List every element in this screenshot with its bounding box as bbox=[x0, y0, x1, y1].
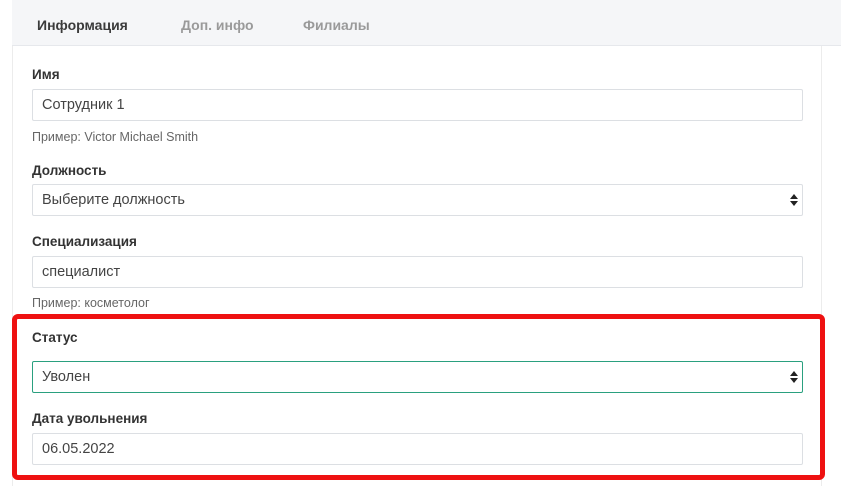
status-select[interactable]: Уволен bbox=[32, 361, 803, 393]
select-arrows-icon bbox=[790, 371, 798, 383]
dismissal-date-input[interactable] bbox=[42, 441, 802, 457]
name-hint: Пример: Victor Michael Smith bbox=[32, 130, 199, 144]
name-field[interactable] bbox=[32, 89, 803, 121]
tab-branches[interactable]: Филиалы bbox=[303, 17, 370, 33]
position-select-value: Выберите должность bbox=[42, 192, 185, 208]
name-input[interactable] bbox=[42, 97, 802, 113]
name-label: Имя bbox=[32, 67, 60, 82]
dismissal-date-label: Дата увольнения bbox=[32, 411, 148, 426]
tab-bar: Информация Доп. инфо Филиалы bbox=[12, 0, 841, 46]
dismissal-date-field[interactable] bbox=[32, 433, 803, 465]
status-label: Статус bbox=[32, 330, 78, 345]
specialization-hint: Пример: косметолог bbox=[32, 296, 150, 310]
specialization-field[interactable] bbox=[32, 256, 803, 288]
position-select[interactable]: Выберите должность bbox=[32, 184, 803, 216]
tab-additional-info[interactable]: Доп. инфо bbox=[181, 17, 254, 33]
position-label: Должность bbox=[32, 163, 107, 178]
tab-information[interactable]: Информация bbox=[37, 17, 128, 33]
specialization-label: Специализация bbox=[32, 234, 137, 249]
status-select-value: Уволен bbox=[42, 369, 91, 385]
select-arrows-icon bbox=[790, 194, 798, 206]
specialization-input[interactable] bbox=[42, 264, 802, 280]
